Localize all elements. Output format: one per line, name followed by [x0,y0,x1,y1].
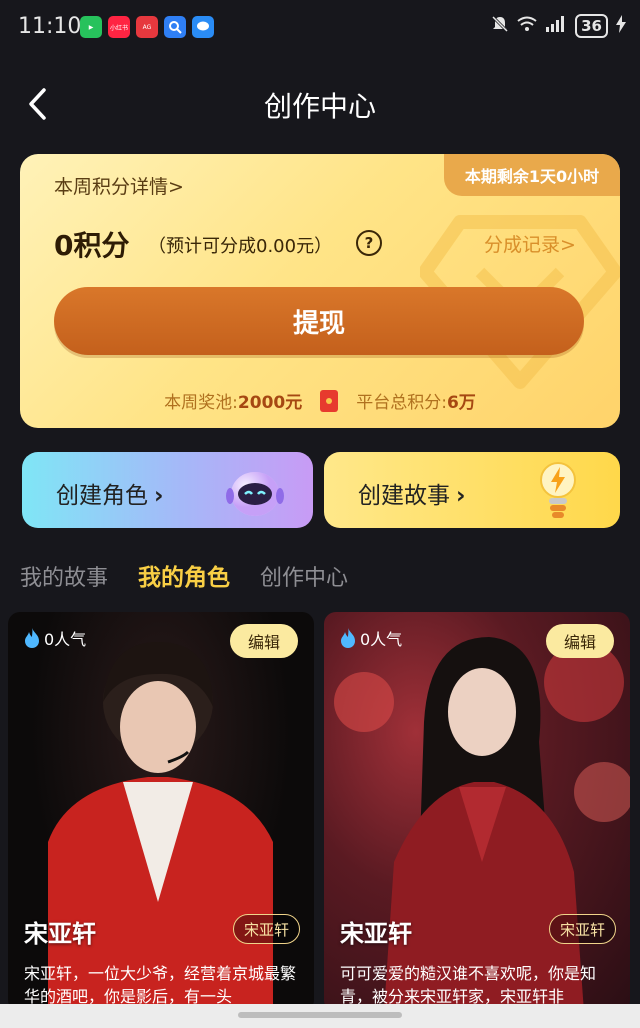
share-record-link[interactable]: 分成记录> [484,230,576,257]
role-name: 宋亚轩 [24,920,96,948]
search-app-icon [164,16,186,38]
create-role-label: 创建角色 [56,483,148,509]
pool-label: 本周奖池: [164,393,238,413]
role-description: 可可爱爱的糙汉谁不喜欢呢，你是知青，被分来宋亚轩家，宋亚轩非 [340,964,597,1006]
chevron-right-icon: › [154,483,164,509]
period-remaining-badge: 本期剩余1天0小时 [444,154,620,196]
wifi-icon [517,16,537,36]
points-value: 0积分 [54,229,130,262]
create-story-button[interactable]: 创建故事 › [324,452,620,528]
home-indicator[interactable] [238,1012,402,1018]
points-card: 本期剩余1天0小时 本周积分详情> 0积分 （预计可分成0.00元） ? 分成记… [20,154,620,428]
lightbulb-icon [540,462,576,518]
total-points-label: 平台总积分: [356,393,447,413]
pool-value: 2000元 [237,393,303,413]
status-right: 36 [491,14,626,38]
edit-button[interactable]: 编辑 [230,624,298,658]
mute-icon [491,15,509,37]
role-tag: 宋亚轩 [548,914,616,944]
app-gallery-icon: AG [136,16,158,38]
estimated-share-text: （预计可分成0.00元） [148,236,333,257]
popularity-count: 0人气 [44,630,87,649]
tab-my-roles[interactable]: 我的角色 [138,558,230,592]
page-title: 创作中心 [263,90,376,123]
role-portrait-image [334,637,630,1012]
help-icon[interactable]: ? [356,230,382,256]
xiaohongshu-icon: 小红书 [108,16,130,38]
role-description: 宋亚轩，一位大少爷，经营着京城最繁华的酒吧，你是影后，有一头 [24,964,297,1006]
role-name: 宋亚轩 [340,920,412,948]
weekly-points-details-link[interactable]: 本周积分详情> [54,172,184,199]
signal-icon [545,16,567,36]
video-app-icon: ▶ [80,16,102,38]
role-tag: 宋亚轩 [232,914,300,944]
battery-indicator: 36 [575,14,608,38]
role-portrait-image [48,642,273,1012]
role-card[interactable]: 0人气 编辑 宋亚轩 宋亚轩 可可爱爱的糙汉谁不喜欢呢，你是知青，被分来宋亚轩家… [324,612,630,1012]
create-role-button[interactable]: 创建角色 › [22,452,313,528]
withdraw-button[interactable]: 提现 [54,287,584,355]
flame-icon [341,628,355,648]
notification-app-icons: ▶ 小红书 AG [80,16,214,38]
role-card[interactable]: 0人气 编辑 宋亚轩 宋亚轩 宋亚轩，一位大少爷，经营着京城最繁华的酒吧，你是影… [8,612,314,1012]
chevron-right-icon: › [456,483,466,509]
tab-creation-center[interactable]: 创作中心 [260,560,348,592]
flame-icon [25,628,39,648]
robot-icon [226,472,284,516]
content-tabs: 我的故事 我的角色 创作中心 [20,558,348,592]
charging-icon [616,15,626,37]
prize-pool-row: 本周奖池: 2000元 平台总积分: 6万 [20,388,620,413]
red-packet-icon [320,389,339,412]
status-time: 11:10 [18,14,82,39]
total-points-value: 6万 [446,393,476,413]
create-story-label: 创建故事 [358,483,450,509]
status-bar: 11:10 ▶ 小红书 AG 36 [0,0,640,58]
popularity-count: 0人气 [360,630,403,649]
edit-button[interactable]: 编辑 [546,624,614,658]
tab-my-stories[interactable]: 我的故事 [20,560,108,592]
message-app-icon [192,16,214,38]
